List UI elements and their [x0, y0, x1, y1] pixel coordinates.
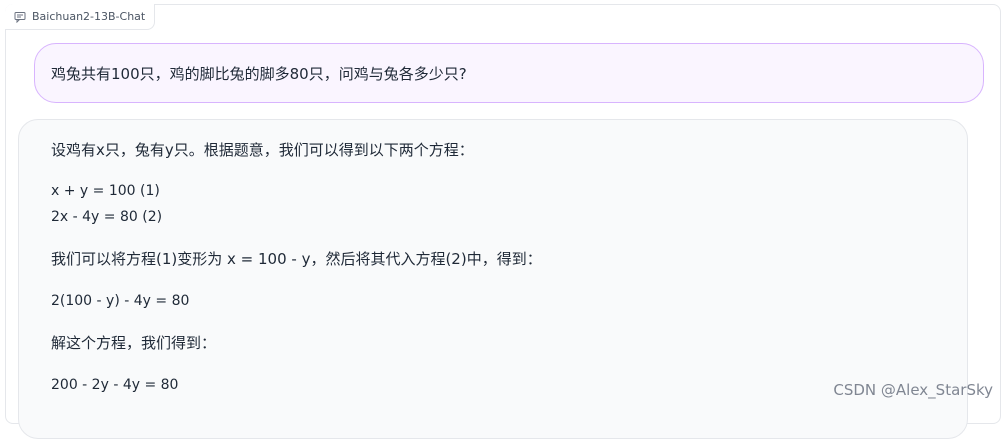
user-message-bubble: 鸡兔共有100只，鸡的脚比兔的脚多80只，问鸡与兔各多少只?	[34, 43, 984, 103]
chatbot-label: Baichuan2-13B-Chat	[5, 4, 156, 30]
model-name: Baichuan2-13B-Chat	[32, 10, 146, 23]
user-message-text: 鸡兔共有100只，鸡的脚比兔的脚多80只，问鸡与兔各多少只?	[51, 64, 467, 83]
bot-message-line: 设鸡有x只，兔有y只。根据题意，我们可以得到以下两个方程：	[51, 141, 474, 159]
bot-message-line: 我们可以将方程(1)变形为 x = 100 - y，然后将其代入方程(2)中，得…	[51, 250, 542, 268]
bot-message-line: x + y = 100 (1)	[51, 183, 160, 199]
watermark: CSDN @Alex_StarSky	[833, 381, 993, 399]
bot-message-line: 2x - 4y = 80 (2)	[51, 209, 163, 225]
bot-message-line: 200 - 2y - 4y = 80	[51, 377, 179, 393]
chat-icon	[14, 11, 26, 23]
bot-message-line: 解这个方程，我们得到：	[51, 334, 217, 352]
bot-message-line: 2(100 - y) - 4y = 80	[51, 293, 190, 309]
